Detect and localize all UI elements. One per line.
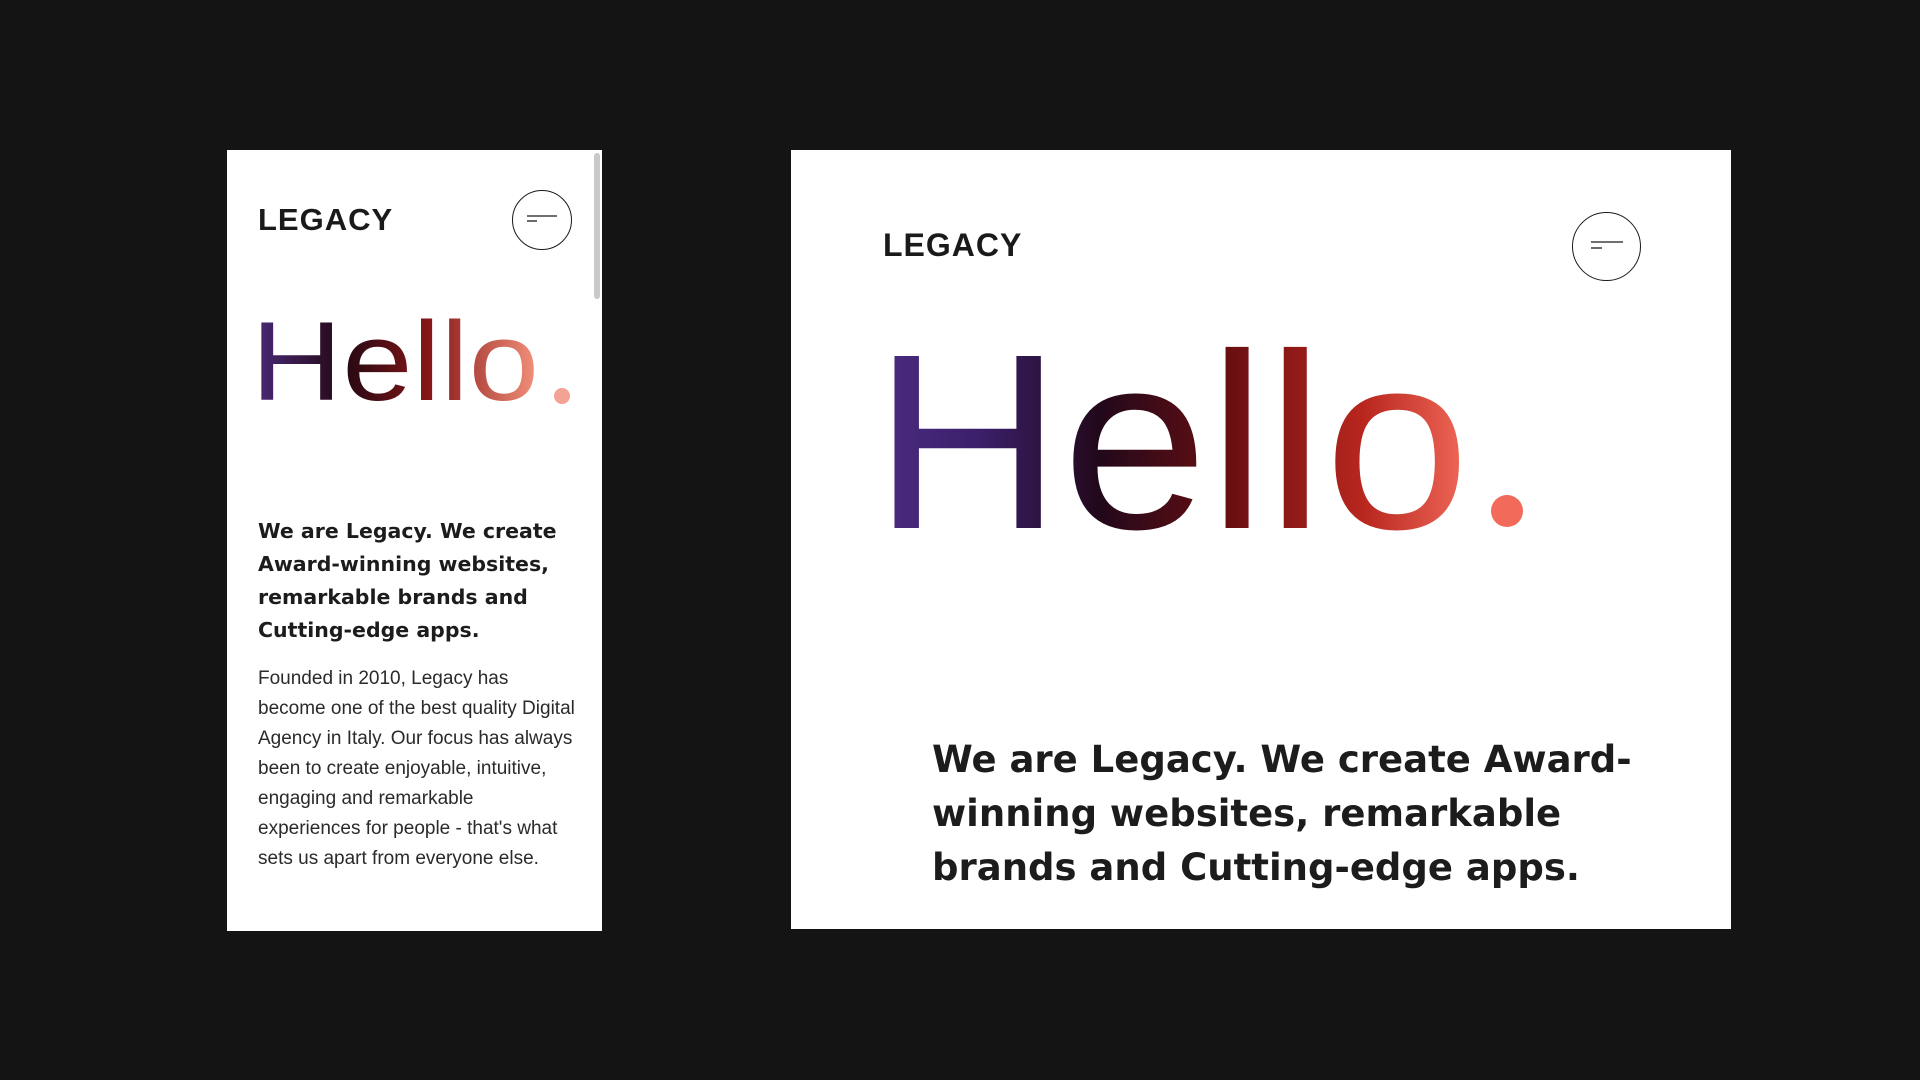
menu-icon	[527, 215, 557, 222]
hello-heading: Hello	[873, 302, 1523, 581]
menu-button[interactable]	[512, 190, 572, 250]
site-logo[interactable]: LEGACY	[258, 202, 393, 238]
site-logo[interactable]: LEGACY	[883, 227, 1022, 264]
intro-headline: We are Legacy. We create Award-winning w…	[932, 738, 1632, 889]
intro-headline: We are Legacy. We create Award-winning w…	[258, 519, 557, 642]
hello-heading: Hello	[251, 299, 570, 424]
hello-dot	[1491, 495, 1523, 527]
menu-icon	[1590, 240, 1623, 249]
desktop-viewport: LEGACY Hello We are Legacy. We create Aw…	[791, 150, 1731, 929]
hello-dot	[554, 388, 570, 404]
intro-paragraph: Founded in 2010, Legacy has become one o…	[258, 668, 575, 869]
mobile-viewport: LEGACY Hello We are Legacy. We create Aw…	[227, 150, 602, 931]
menu-button[interactable]	[1572, 212, 1641, 281]
hello-text: Hello	[873, 302, 1470, 581]
hello-text: Hello	[251, 299, 539, 424]
scrollbar-thumb[interactable]	[594, 153, 600, 299]
